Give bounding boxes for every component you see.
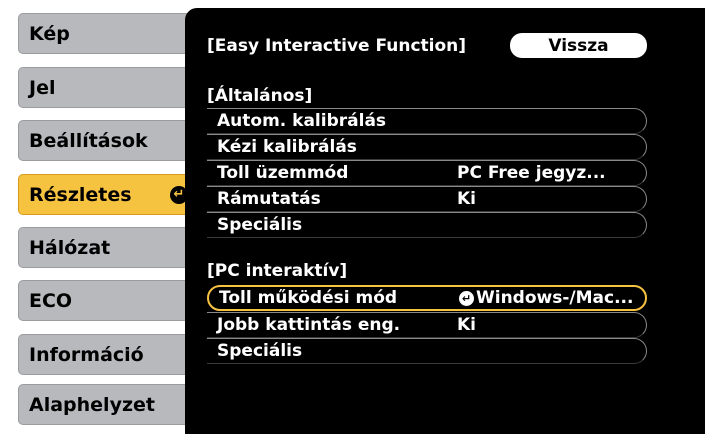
sidebar: Kép Jel Beállítások Részletes ↵ Hálózat …: [0, 0, 194, 433]
row-label: Speciális: [217, 341, 303, 361]
row-value: Ki: [457, 315, 477, 335]
menu-row-advanced-general[interactable]: Speciális: [207, 212, 647, 238]
back-button[interactable]: Vissza: [510, 33, 647, 58]
row-label: Toll működési mód: [219, 288, 398, 308]
sidebar-item-informacio[interactable]: Információ: [18, 334, 194, 375]
row-value-text: Windows-/Mac...: [476, 288, 634, 308]
row-value: ↵ Windows-/Mac...: [459, 288, 633, 308]
sidebar-item-label: Beállítások: [29, 129, 148, 152]
menu-row-auto-calibration[interactable]: Autom. kalibrálás: [207, 108, 647, 134]
sidebar-item-halozat[interactable]: Hálózat: [18, 227, 194, 268]
section-header-pc: [PC interaktív]: [207, 261, 348, 281]
sidebar-item-label: Alaphelyzet: [29, 393, 155, 416]
row-label: Autom. kalibrálás: [217, 111, 387, 131]
row-value: Ki: [457, 189, 477, 209]
menu-row-pointing[interactable]: Rámutatás Ki: [207, 186, 647, 212]
sidebar-item-eco[interactable]: ECO: [18, 280, 194, 321]
sidebar-item-kep[interactable]: Kép: [18, 13, 194, 54]
menu-row-pen-operation-mode[interactable]: Toll működési mód ↵ Windows-/Mac...: [207, 285, 647, 311]
sidebar-item-label: Információ: [29, 343, 144, 366]
row-label: Jobb kattintás eng.: [217, 315, 401, 335]
enter-icon: ↵: [459, 290, 474, 306]
row-label: Rámutatás: [217, 189, 321, 209]
menu-row-pen-mode[interactable]: Toll üzemmód PC Free jegyz...: [207, 160, 647, 186]
sidebar-item-label: Jel: [29, 76, 56, 99]
row-label: Speciális: [217, 215, 303, 235]
menu-row-advanced-pc[interactable]: Speciális: [207, 338, 647, 364]
sidebar-item-label: Kép: [29, 22, 70, 45]
settings-panel: [Easy Interactive Function] Vissza [Álta…: [185, 8, 705, 434]
section-header-general: [Általános]: [207, 86, 313, 106]
sidebar-item-beallitasok[interactable]: Beállítások: [18, 120, 194, 161]
sidebar-item-label: ECO: [29, 289, 73, 312]
row-label: Toll üzemmód: [217, 163, 349, 183]
sidebar-item-label: Hálózat: [29, 236, 111, 259]
sidebar-item-reszletes[interactable]: Részletes ↵: [18, 174, 194, 215]
panel-title: [Easy Interactive Function]: [207, 36, 467, 56]
menu-row-manual-calibration[interactable]: Kézi kalibrálás: [207, 134, 647, 160]
sidebar-item-alaphelyzet[interactable]: Alaphelyzet: [18, 384, 194, 425]
sidebar-item-jel[interactable]: Jel: [18, 67, 194, 108]
sidebar-item-label: Részletes: [29, 183, 132, 206]
menu-row-right-click[interactable]: Jobb kattintás eng. Ki: [207, 312, 647, 338]
row-label: Kézi kalibrálás: [217, 137, 357, 157]
row-value: PC Free jegyz...: [457, 163, 606, 183]
